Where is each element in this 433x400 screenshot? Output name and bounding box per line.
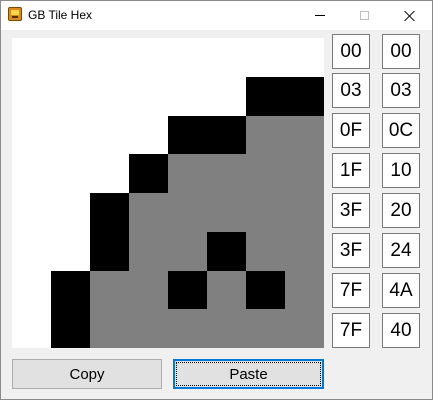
hex-high-byte-row-5[interactable]: 24: [382, 233, 420, 268]
minimize-icon: [314, 15, 325, 16]
tile-pixel[interactable]: [168, 154, 207, 193]
tile-pixel[interactable]: [51, 309, 90, 348]
tile-pixel[interactable]: [207, 309, 246, 348]
tile-pixel[interactable]: [51, 115, 90, 155]
hex-high-byte-row-2[interactable]: 0C: [382, 113, 420, 148]
copy-button[interactable]: Copy: [12, 359, 162, 389]
tile-pixel[interactable]: [285, 270, 324, 310]
tile-pixel[interactable]: [285, 309, 324, 348]
tile-pixel[interactable]: [168, 115, 207, 155]
tile-pixel[interactable]: [207, 115, 246, 155]
tile-pixel[interactable]: [246, 76, 285, 116]
tile-pixel[interactable]: [90, 115, 129, 155]
tile-pixel[interactable]: [207, 76, 246, 116]
tile-pixel[interactable]: [285, 231, 324, 271]
tile-pixel[interactable]: [246, 38, 285, 77]
hex-high-byte-row-7[interactable]: 40: [382, 313, 420, 348]
hex-low-byte-row-5[interactable]: 3F: [332, 233, 370, 268]
tile-pixel[interactable]: [12, 231, 51, 271]
tile-pixel[interactable]: [12, 76, 51, 116]
tile-pixel[interactable]: [246, 309, 285, 348]
hex-high-byte-row-1[interactable]: 03: [382, 73, 420, 108]
title-bar[interactable]: GB Tile Hex: [1, 1, 432, 30]
tile-pixel[interactable]: [129, 38, 168, 77]
tile-pixel[interactable]: [207, 231, 246, 271]
tile-pixel[interactable]: [90, 309, 129, 348]
window-title: GB Tile Hex: [28, 8, 93, 22]
tile-pixel[interactable]: [12, 193, 51, 232]
hex-low-byte-row-2[interactable]: 0F: [332, 113, 370, 148]
tile-editor-canvas[interactable]: [12, 38, 324, 348]
tile-pixel[interactable]: [90, 270, 129, 310]
tile-pixel[interactable]: [168, 38, 207, 77]
tile-pixel[interactable]: [207, 154, 246, 193]
tile-pixel[interactable]: [285, 38, 324, 77]
tile-pixel[interactable]: [207, 38, 246, 77]
tile-pixel[interactable]: [129, 76, 168, 116]
close-button[interactable]: [387, 1, 432, 30]
tile-pixel[interactable]: [168, 193, 207, 232]
hex-low-byte-row-0[interactable]: 00: [332, 34, 370, 69]
tile-pixel[interactable]: [12, 115, 51, 155]
tile-pixel[interactable]: [12, 38, 51, 77]
hex-high-byte-row-6[interactable]: 4A: [382, 273, 420, 308]
tile-pixel[interactable]: [90, 38, 129, 77]
hex-high-byte-row-3[interactable]: 10: [382, 153, 420, 188]
tile-pixel[interactable]: [129, 231, 168, 271]
tile-pixel[interactable]: [168, 309, 207, 348]
tile-pixel[interactable]: [207, 193, 246, 232]
minimize-button[interactable]: [297, 1, 342, 30]
tile-pixel[interactable]: [246, 231, 285, 271]
tile-pixel[interactable]: [129, 154, 168, 193]
tile-pixel[interactable]: [246, 154, 285, 193]
tile-pixel[interactable]: [51, 231, 90, 271]
paste-button-label: Paste: [229, 365, 268, 383]
tile-pixel[interactable]: [12, 270, 51, 310]
tile-pixel[interactable]: [12, 309, 51, 348]
tile-pixel[interactable]: [129, 270, 168, 310]
tile-pixel-grid[interactable]: [12, 38, 324, 348]
tile-pixel[interactable]: [168, 76, 207, 116]
tile-pixel[interactable]: [51, 76, 90, 116]
tile-pixel[interactable]: [129, 309, 168, 348]
tile-pixel[interactable]: [51, 38, 90, 77]
tile-pixel[interactable]: [168, 231, 207, 271]
tile-pixel[interactable]: [285, 76, 324, 116]
tile-pixel[interactable]: [246, 193, 285, 232]
tile-pixel[interactable]: [246, 270, 285, 310]
hex-high-byte-row-4[interactable]: 20: [382, 193, 420, 228]
hex-low-byte-row-1[interactable]: 03: [332, 73, 370, 108]
tile-pixel[interactable]: [129, 115, 168, 155]
tile-pixel[interactable]: [207, 270, 246, 310]
tile-pixel[interactable]: [90, 231, 129, 271]
tile-pixel[interactable]: [285, 115, 324, 155]
hex-low-byte-row-7[interactable]: 7F: [332, 313, 370, 348]
tile-pixel[interactable]: [90, 76, 129, 116]
tile-pixel[interactable]: [12, 154, 51, 193]
close-icon: [404, 10, 416, 22]
tile-pixel[interactable]: [285, 154, 324, 193]
maximize-button: [342, 1, 387, 30]
paste-button[interactable]: Paste: [173, 359, 324, 389]
hex-low-byte-row-4[interactable]: 3F: [332, 193, 370, 228]
hex-low-byte-row-3[interactable]: 1F: [332, 153, 370, 188]
tile-pixel[interactable]: [129, 193, 168, 232]
tile-pixel[interactable]: [90, 154, 129, 193]
tile-pixel[interactable]: [90, 193, 129, 232]
maximize-icon: [360, 11, 369, 20]
hex-low-byte-row-6[interactable]: 7F: [332, 273, 370, 308]
tile-pixel[interactable]: [51, 270, 90, 310]
tile-pixel[interactable]: [51, 193, 90, 232]
tile-pixel[interactable]: [246, 115, 285, 155]
gameboy-app-icon: [8, 7, 22, 21]
tile-pixel[interactable]: [168, 270, 207, 310]
tile-pixel[interactable]: [51, 154, 90, 193]
hex-high-byte-row-0[interactable]: 00: [382, 34, 420, 69]
tile-pixel[interactable]: [285, 193, 324, 232]
